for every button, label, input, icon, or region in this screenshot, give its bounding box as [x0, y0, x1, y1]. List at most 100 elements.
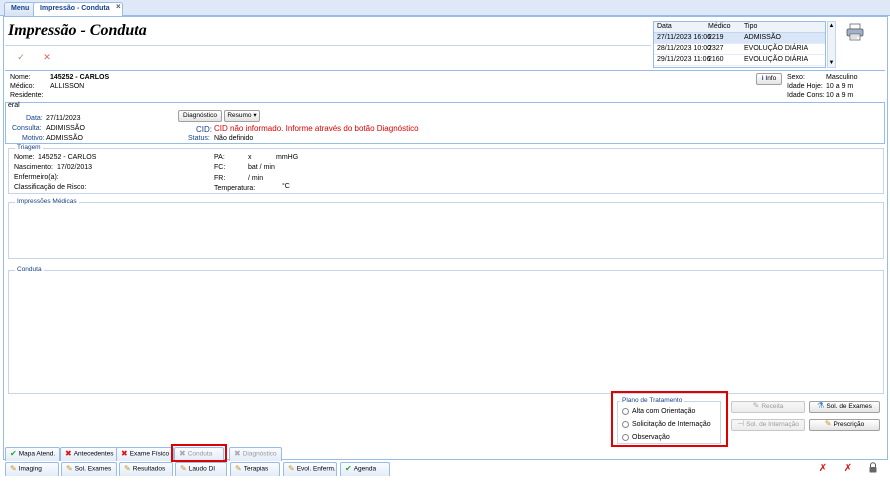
x-icon: ✖ [121, 449, 128, 458]
impressoes-legend: Impressões Médicas [15, 198, 79, 205]
geral-legend: eral [8, 102, 20, 109]
row-doctor: 2160 [708, 56, 724, 63]
pencil-icon: ✎ [124, 464, 131, 473]
resumo-button[interactable]: Resumo ▾ [224, 110, 260, 122]
sexo-value: Masculino [826, 74, 858, 81]
prescricao-label: Prescrição [833, 421, 865, 428]
x-icon: ✖ [65, 449, 72, 458]
tab-label: Imaging [18, 465, 42, 473]
radio-alta-label: Alta com Orientação [632, 408, 696, 415]
sol-internacao-label: Sol. de Internação [746, 421, 799, 428]
tab-laudo-di[interactable]: ✎ Laudo DI [175, 462, 227, 476]
fr-unit: / min [248, 175, 264, 182]
cancel-pencil-icon[interactable]: ✗ [841, 462, 855, 476]
pa-unit: mmHG [276, 154, 299, 161]
row-doctor: 2219 [708, 34, 724, 41]
receita-button[interactable]: ✎ Receita [731, 401, 805, 413]
radio-observacao[interactable] [622, 434, 629, 441]
medico-label: Médico: [10, 83, 35, 90]
close-icon[interactable]: × [116, 2, 121, 11]
patient-name: 145252 - CARLOS [50, 74, 110, 81]
flask-icon: ⚗ [817, 401, 825, 411]
tab-mapa-atend[interactable]: ✔ Mapa Atend. [5, 447, 61, 461]
lock-icon[interactable] [866, 462, 880, 476]
confirm-button[interactable]: ✓ [10, 47, 32, 67]
row-type: ADMISSÃO [744, 34, 781, 41]
sol-exames-button[interactable]: ⚗ Sol. de Exames [809, 401, 880, 413]
printer-icon[interactable] [845, 23, 865, 41]
tab-resultados[interactable]: ✎ Resultados [119, 462, 173, 476]
status-value: Não definido [214, 135, 254, 142]
tab-antecedentes[interactable]: ✖ Antecedentes [60, 447, 119, 461]
scroll-up-icon[interactable]: ▲ [828, 22, 835, 30]
pencil-icon: ✎ [66, 464, 73, 473]
history-header: Data Médico Tipo [654, 22, 825, 33]
tab-label: Laudo DI [188, 465, 216, 473]
patient-medico: ALLISSON [50, 83, 85, 90]
row-type: EVOLUÇÃO DIÁRIA [744, 45, 809, 52]
fc-label: FC: [214, 164, 226, 171]
tab-label: Terapias [243, 465, 269, 473]
row-date: 27/11/2023 16:06 [657, 34, 711, 41]
header-medico[interactable]: Médico [708, 23, 731, 30]
history-scrollbar[interactable]: ▲ ▼ [827, 21, 836, 68]
motivo-label: Motivo: [22, 135, 45, 142]
tab-impressao-conduta[interactable]: Impressão - Conduta × [33, 2, 123, 16]
idade-hoje-label: Idade Hoje: [787, 83, 823, 90]
cid-warning: CID não informado. Informe através do bo… [214, 124, 419, 133]
close-icon: ✕ [43, 52, 51, 62]
sexo-label: Sexo: [787, 74, 805, 81]
tab-evol-enferm[interactable]: ✎ Evol. Enferm. [283, 462, 337, 476]
tab-label: Evol. Enferm. [296, 465, 336, 473]
history-row[interactable]: 28/11/2023 10:00 2327 EVOLUÇÃO DIÁRIA [654, 44, 825, 55]
diagnostico-label: Diagnóstico [183, 112, 217, 119]
tab-diagnostico[interactable]: ✖ Diagnóstico [229, 447, 282, 461]
info-button[interactable]: i Info [756, 73, 782, 85]
tab-imaging[interactable]: ✎ Imaging [5, 462, 59, 476]
conduta-field[interactable]: Conduta [8, 266, 884, 394]
prescription-icon: ✎ [824, 419, 832, 429]
fr-label: FR: [214, 175, 226, 182]
plano-legend: Plano de Tratamento [620, 397, 685, 404]
tab-label: Sol. Exames [74, 465, 112, 473]
motivo-value: ADMISSÃO [46, 135, 83, 142]
history-row[interactable]: 27/11/2023 16:06 2219 ADMISSÃO [654, 33, 825, 44]
cancel-button[interactable]: ✕ [36, 47, 58, 67]
radio-alta[interactable] [622, 408, 629, 415]
pa-label: PA: [214, 154, 225, 161]
x-icon: ✖ [234, 449, 241, 458]
temp-unit: °C [282, 183, 290, 190]
radio-internacao[interactable] [622, 421, 629, 428]
idade-hoje-value: 10 a 9 m [826, 83, 854, 90]
history-grid: Data Médico Tipo 27/11/2023 16:06 2219 A… [653, 21, 826, 68]
header-data[interactable]: Data [657, 23, 672, 30]
nome-label: Nome: [10, 74, 31, 81]
prescricao-button[interactable]: ✎ Prescrição [809, 419, 880, 431]
residente-label: Residente: [10, 92, 44, 99]
pa-separator: x [248, 154, 252, 161]
enfermeiro-label: Enfermeiro(a): [14, 174, 59, 181]
diagnostico-button[interactable]: Diagnóstico [178, 110, 222, 122]
row-doctor: 2327 [708, 45, 724, 52]
sol-internacao-button[interactable]: ⊣ Sol. de Internação [731, 419, 805, 431]
chevron-down-icon: ▾ [253, 112, 257, 119]
cancel-pencil-icon[interactable]: ✗ [816, 462, 830, 476]
tab-label: Antecedentes [73, 450, 114, 458]
conduta-tab-highlight [171, 444, 227, 462]
pencil-icon: ✎ [180, 464, 187, 473]
tab-terapias[interactable]: ✎ Terapias [230, 462, 280, 476]
sol-exames-label: Sol. de Exames [826, 403, 872, 410]
history-row[interactable]: 29/11/2023 11:06 2160 EVOLUÇÃO DIÁRIA [654, 55, 825, 66]
radio-internacao-label: Solicitação de Internação [632, 421, 711, 428]
nascimento-value: 17/02/2013 [57, 164, 93, 171]
tab-agenda[interactable]: ✔ Agenda [340, 462, 390, 476]
tab-exame-fisico[interactable]: ✖ Exame Físico [116, 447, 175, 461]
impressoes-medicas-field[interactable]: Impressões Médicas [8, 198, 884, 259]
cid-label: CID: [196, 125, 212, 134]
radio-observacao-label: Observação [632, 434, 670, 441]
scroll-down-icon[interactable]: ▼ [828, 59, 835, 67]
header-tipo[interactable]: Tipo [744, 23, 757, 30]
tab-menu[interactable]: Menu [4, 2, 37, 16]
tab-sol-exames[interactable]: ✎ Sol. Exames [61, 462, 117, 476]
bed-icon: ⊣ [737, 419, 745, 429]
